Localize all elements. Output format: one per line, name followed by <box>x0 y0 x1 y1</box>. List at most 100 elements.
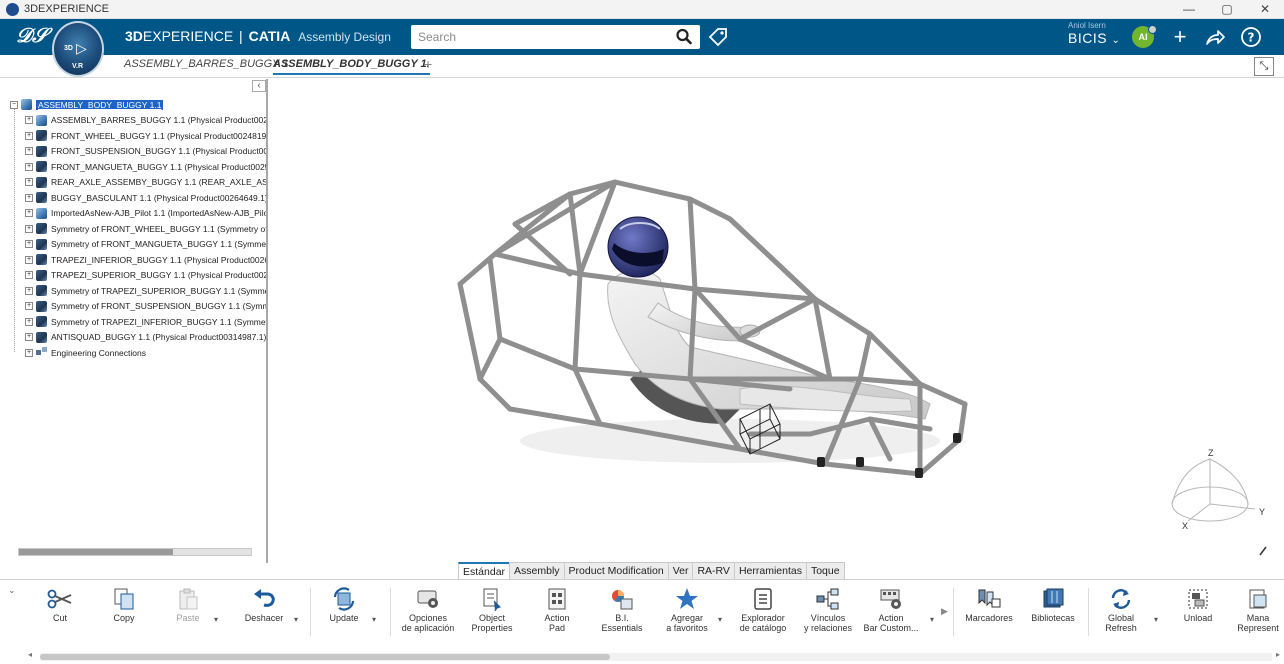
links-relations-button[interactable]: Vínculos y relaciones <box>802 585 854 633</box>
add-to-favorites-button[interactable]: Agregar a favoritos ▾ <box>660 585 722 633</box>
refresh-dropdown-icon[interactable]: ▾ <box>1154 615 1158 625</box>
tree-item[interactable]: + TRAPEZI_INFERIOR_BUGGY 1.1 (Physical Pr… <box>10 252 266 268</box>
action-bar-customization-button[interactable]: Action Bar Custom... ▾ <box>860 585 934 633</box>
tree-item-label: TRAPEZI_SUPERIOR_BUGGY 1.1 (Physical Pro… <box>51 270 266 281</box>
tree-item[interactable]: + TRAPEZI_SUPERIOR_BUGGY 1.1 (Physical Pr… <box>10 268 266 284</box>
cut-button[interactable]: Cut <box>40 585 80 623</box>
user-context[interactable]: BICIS ⌄ <box>1068 30 1126 46</box>
object-properties-button[interactable]: Object Properties <box>468 585 516 633</box>
tree-item[interactable]: + BUGGY_BASCULANT 1.1 (Physical Product00… <box>10 190 266 206</box>
part-icon <box>36 254 47 266</box>
manage-representation-button[interactable]: Mana Represent <box>1232 585 1284 633</box>
expand-toggle-icon[interactable]: + <box>25 255 33 264</box>
expand-toggle-icon[interactable]: + <box>25 286 33 295</box>
expand-toggle-icon[interactable]: + <box>25 193 33 202</box>
update-dropdown-icon[interactable]: ▾ <box>372 615 376 625</box>
update-button[interactable]: Update ▾ <box>322 585 376 624</box>
expand-toggle-icon[interactable]: + <box>25 209 33 218</box>
restore-button[interactable]: ▢ <box>1208 0 1246 19</box>
libraries-button[interactable]: Bibliotecas <box>1028 585 1078 623</box>
tree-item[interactable]: + Symmetry of FRONT_WHEEL_BUGGY 1.1 (Symm… <box>10 221 266 237</box>
close-button[interactable]: ✕ <box>1246 0 1284 19</box>
dassault-logo-icon[interactable]: 𝒟𝒮 <box>16 23 47 51</box>
tree-item[interactable]: + Symmetry of TRAPEZI_SUPERIOR_BUGGY 1.1 … <box>10 283 266 299</box>
expand-toggle-icon[interactable]: + <box>25 224 33 233</box>
section-tab[interactable]: Product Modification <box>563 562 669 579</box>
compass-icon[interactable]: 3D ▷ V.R <box>52 21 104 77</box>
section-tab[interactable]: Estándar <box>458 562 511 579</box>
help-icon[interactable]: ? <box>1239 25 1263 49</box>
copy-button[interactable]: Copy <box>104 585 144 623</box>
expand-toggle-icon[interactable]: + <box>25 333 33 342</box>
expand-toggle-icon[interactable]: + <box>25 348 33 357</box>
expand-toggle-icon[interactable]: − <box>10 100 18 109</box>
paste-dropdown-icon[interactable]: ▾ <box>214 615 218 625</box>
bookmarks-button[interactable]: Marcadores <box>962 585 1016 623</box>
minimize-button[interactable]: — <box>1170 0 1208 19</box>
expand-toggle-icon[interactable]: + <box>25 178 33 187</box>
tree-item[interactable]: + Symmetry of FRONT_SUSPENSION_BUGGY 1.1 … <box>10 299 266 315</box>
plus-icon[interactable]: + <box>1168 25 1192 49</box>
scrollbar-thumb[interactable] <box>40 654 610 660</box>
app-brand: 3DEXPERIENCE | CATIA Assembly Design <box>125 28 391 44</box>
tree-item[interactable]: + Symmetry of TRAPEZI_INFERIOR_BUGGY 1.1 … <box>10 314 266 330</box>
tab-assembly-barres[interactable]: ASSEMBLY_BARRES_BUGGY 1 <box>124 58 288 70</box>
tree-item[interactable]: + FRONT_MANGUETA_BUGGY 1.1 (Physical Prod… <box>10 159 266 175</box>
expand-toggle-icon[interactable]: + <box>25 317 33 326</box>
section-tab[interactable]: Assembly <box>509 562 565 579</box>
action-pad-button[interactable]: Action Pad <box>534 585 580 633</box>
action-bar: ⌄ Cut Copy Paste ▾ Deshacer ▾ Update ▾ O… <box>0 579 1284 651</box>
paste-button[interactable]: Paste ▾ <box>168 585 218 624</box>
action-bar-collapse-icon[interactable]: ⌄ <box>8 585 16 596</box>
expand-toggle-icon[interactable]: + <box>25 240 33 249</box>
tree-item-label: FRONT_SUSPENSION_BUGGY 1.1 (Physical Pro… <box>51 146 266 157</box>
expand-toggle-icon[interactable]: + <box>25 116 33 125</box>
bi-essentials-button[interactable]: B.I. Essentials <box>598 585 646 633</box>
section-tab[interactable]: Herramientas <box>733 562 807 579</box>
global-refresh-button[interactable]: Global Refresh ▾ <box>1098 585 1158 633</box>
tree-item[interactable]: + ANTISQUAD_BUGGY 1.1 (Physical Product00… <box>10 330 266 346</box>
favorites-dropdown-icon[interactable]: ▾ <box>718 615 722 625</box>
tree-item[interactable]: + ImportedAsNew-AJB_Pilot 1.1 (ImportedAs… <box>10 206 266 222</box>
collapse-panel-icon[interactable]: ‹ <box>252 80 266 92</box>
3d-viewport[interactable]: Z X Y <box>270 79 1284 561</box>
catalog-explorer-button[interactable]: Explorador de catálogo <box>738 585 788 633</box>
tree-root[interactable]: − ASSEMBLY_BODY_BUGGY 1.1 <box>10 97 266 113</box>
search-input[interactable] <box>411 30 661 44</box>
tree-item[interactable]: + Engineering Connections <box>10 345 266 361</box>
tree-item[interactable]: + Symmetry of FRONT_MANGUETA_BUGGY 1.1 (S… <box>10 237 266 253</box>
tree-horizontal-scrollbar[interactable] <box>18 548 252 556</box>
scroll-left-icon[interactable]: ◂ <box>28 650 32 659</box>
tag-icon[interactable] <box>707 26 729 53</box>
app-options-button[interactable]: Opciones de aplicación <box>400 585 456 633</box>
unload-button[interactable]: Unload <box>1176 585 1220 623</box>
add-tab-button[interactable]: + <box>424 56 432 72</box>
undo-button[interactable]: Deshacer ▾ <box>240 585 298 624</box>
panel-splitter[interactable] <box>266 79 268 563</box>
tree-item[interactable]: + FRONT_SUSPENSION_BUGGY 1.1 (Physical Pr… <box>10 144 266 160</box>
play-more-icon[interactable]: ▶ <box>941 606 948 617</box>
expand-toggle-icon[interactable]: + <box>25 302 33 311</box>
section-tab[interactable]: Toque <box>805 562 845 579</box>
tree-item[interactable]: + FRONT_WHEEL_BUGGY 1.1 (Physical Product… <box>10 128 266 144</box>
avatar[interactable]: AI <box>1132 25 1157 48</box>
customize-dropdown-icon[interactable]: ▾ <box>930 615 934 625</box>
expand-toggle-icon[interactable]: + <box>25 147 33 156</box>
undo-dropdown-icon[interactable]: ▾ <box>294 615 298 625</box>
tree-item[interactable]: + ASSEMBLY_BARRES_BUGGY 1.1 (Physical Pro… <box>10 113 266 129</box>
minimize-view-icon[interactable]: ⤡ <box>1254 57 1274 76</box>
share-icon[interactable] <box>1203 25 1227 49</box>
action-bar-scrollbar[interactable]: ◂ ▸ <box>26 650 1280 661</box>
tab-assembly-body[interactable]: ASSEMBLY_BODY_BUGGY 1. <box>273 58 430 75</box>
section-tab[interactable]: RA-RV <box>692 562 735 579</box>
user-block[interactable]: Aniol Isern BICIS ⌄ <box>1068 21 1126 46</box>
expand-toggle-icon[interactable]: + <box>25 271 33 280</box>
tree-item[interactable]: + REAR_AXLE_ASSEMBY_BUGGY 1.1 (REAR_AXLE_… <box>10 175 266 191</box>
expand-toggle-icon[interactable]: + <box>25 162 33 171</box>
search-icon[interactable] <box>676 28 692 51</box>
resize-handle-icon <box>1259 546 1267 556</box>
scroll-right-icon[interactable]: ▸ <box>1276 650 1280 659</box>
section-tab[interactable]: Ver <box>667 562 694 579</box>
expand-toggle-icon[interactable]: + <box>25 131 33 140</box>
scissors-icon <box>40 585 80 613</box>
